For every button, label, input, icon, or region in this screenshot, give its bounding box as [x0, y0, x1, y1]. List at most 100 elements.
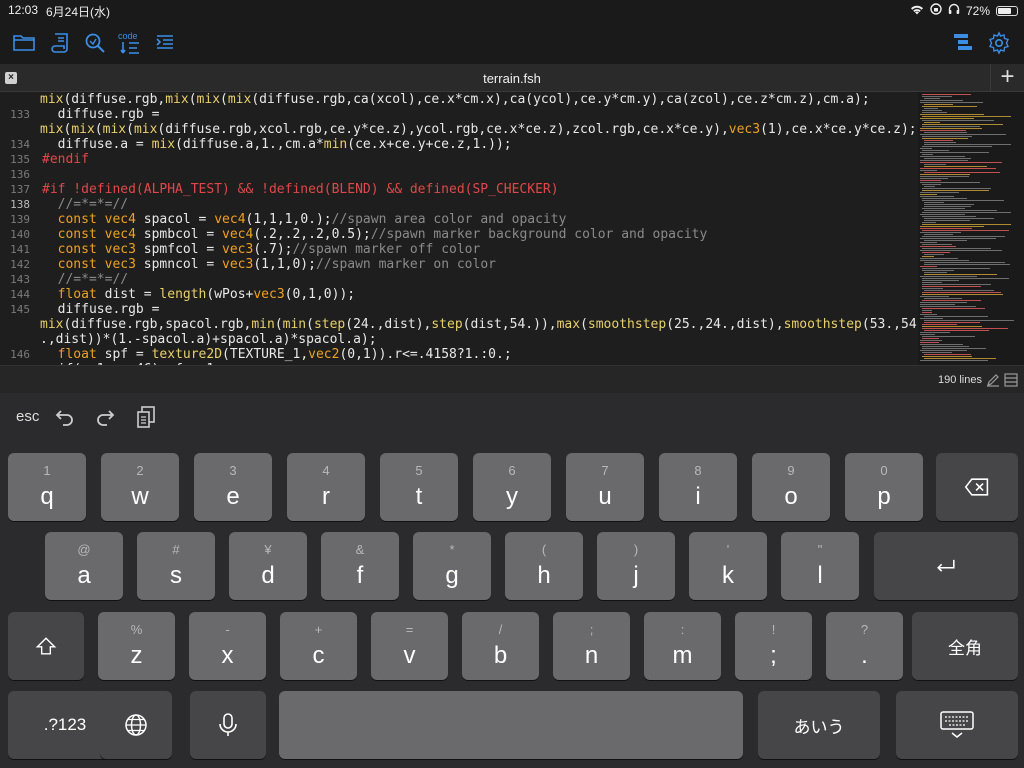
minimap-line	[920, 344, 963, 345]
minimap-line	[920, 178, 949, 179]
minimap-line	[924, 316, 988, 317]
key-o[interactable]: 9o	[752, 453, 830, 521]
tab-close-button[interactable]: ×	[5, 72, 17, 84]
space-key[interactable]	[279, 691, 743, 759]
code-format-icon[interactable]	[118, 36, 144, 62]
key-g[interactable]: * g	[413, 532, 491, 600]
minimap-line	[924, 104, 953, 105]
minimap-line	[924, 186, 935, 187]
key-u[interactable]: 7u	[566, 453, 644, 521]
key-e[interactable]: 3e	[194, 453, 272, 521]
key-q[interactable]: 1q	[8, 453, 86, 521]
key-r[interactable]: 4r	[287, 453, 365, 521]
shift-key[interactable]	[8, 612, 84, 680]
key-y[interactable]: 6y	[473, 453, 551, 521]
minimap-line	[924, 220, 970, 221]
code-line[interactable]: 138 //=*=*=//	[0, 197, 918, 212]
minimap-line	[924, 274, 998, 275]
key-p[interactable]: 0p	[845, 453, 923, 521]
key-c[interactable]: + c	[280, 612, 357, 680]
minimap-line	[922, 348, 986, 349]
search-icon[interactable]	[82, 30, 108, 56]
key-period[interactable]: ?.	[826, 612, 903, 680]
code-line[interactable]: 146 float spf = texture2D(TEXTURE_1,vec2…	[0, 347, 918, 362]
esc-button[interactable]: esc	[16, 408, 39, 425]
add-tab-button[interactable]: +	[990, 64, 1024, 92]
code-editor[interactable]: mix(diffuse.rgb,mix(mix(mix(diffuse.rgb,…	[0, 92, 918, 365]
minimap-line	[920, 194, 937, 195]
kana-key[interactable]: あいう	[758, 691, 880, 759]
line-number: 135	[10, 153, 30, 166]
key-t[interactable]: 5t	[380, 453, 458, 521]
minimap-line	[924, 164, 947, 165]
code-line[interactable]: mix(mix(mix(mix(diffuse.rgb,xcol.rgb,ce.…	[0, 122, 918, 137]
redo-icon[interactable]	[94, 407, 116, 431]
code-line[interactable]: 141 const vec3 spmfcol = vec3(.7);//spaw…	[0, 242, 918, 257]
key-z[interactable]: % z	[98, 612, 175, 680]
code-text: const vec4 spacol = vec4(1,1,1,0.);//spa…	[57, 212, 567, 227]
tab-terrain-fsh[interactable]: terrain.fsh	[0, 71, 1024, 86]
code-line[interactable]: 140 const vec4 spmbcol = vec4(.2,.2,.2,0…	[0, 227, 918, 242]
minimap-line	[922, 326, 983, 327]
folder-icon[interactable]	[11, 30, 37, 56]
key-i[interactable]: 8i	[659, 453, 737, 521]
key-j[interactable]: ) j	[597, 532, 675, 600]
list-icon[interactable]	[1004, 373, 1018, 387]
code-text: mix(diffuse.rgb,mix(mix(mix(diffuse.rgb,…	[40, 92, 870, 107]
minimap-line	[924, 240, 968, 241]
minimap-line	[920, 334, 935, 335]
minimap-line	[922, 154, 933, 155]
gear-icon[interactable]	[986, 30, 1012, 56]
code-line[interactable]: 135 #endif	[0, 152, 918, 167]
minimap-line	[924, 210, 997, 211]
code-line[interactable]: 144 float dist = length(wPos+vec3(0,1,0)…	[0, 287, 918, 302]
key-h[interactable]: (h	[505, 532, 583, 600]
key-semicolon[interactable]: !;	[735, 612, 812, 680]
pencil-icon[interactable]	[986, 373, 1000, 387]
code-line[interactable]: mix(diffuse.rgb,spacol.rgb,min(min(step(…	[0, 317, 918, 332]
key-n[interactable]: ; n	[553, 612, 630, 680]
key-b[interactable]: / b	[462, 612, 539, 680]
line-number: 139	[10, 213, 30, 226]
minimap-line	[920, 162, 1002, 163]
return-key[interactable]	[874, 532, 1018, 600]
key-x[interactable]: -x	[189, 612, 266, 680]
undo-icon[interactable]	[54, 407, 76, 431]
zenkaku-key[interactable]: 全角	[912, 612, 1018, 680]
code-line[interactable]: 134 diffuse.a = mix(diffuse.a,1.,cm.a*mi…	[0, 137, 918, 152]
code-line[interactable]: 139 const vec4 spacol = vec4(1,1,1,0.);/…	[0, 212, 918, 227]
code-line[interactable]: 133 diffuse.rgb =	[0, 107, 918, 122]
scroll-icon[interactable]	[48, 30, 74, 56]
code-line[interactable]: 142 const vec3 spmncol = vec3(1,1,0);//s…	[0, 257, 918, 272]
paste-icon[interactable]	[136, 405, 156, 433]
code-line[interactable]: 143 //=*=*=//	[0, 272, 918, 287]
key-k[interactable]: ' k	[689, 532, 767, 600]
minimap-line	[922, 244, 953, 245]
minimap-line	[924, 254, 945, 255]
backspace-key[interactable]	[936, 453, 1018, 521]
minimap[interactable]	[918, 92, 1024, 365]
key-s[interactable]: # s	[137, 532, 215, 600]
backspace-icon	[964, 478, 989, 496]
key-l[interactable]: " l	[781, 532, 859, 600]
minimap-line	[920, 342, 939, 343]
hide-keyboard-key[interactable]	[896, 691, 1018, 759]
key-w[interactable]: 2w	[101, 453, 179, 521]
outline-icon[interactable]	[950, 30, 976, 56]
key-d[interactable]: ¥ d	[229, 532, 307, 600]
minimap-line	[920, 340, 942, 341]
dictation-key[interactable]	[190, 691, 266, 759]
code-line[interactable]: mix(diffuse.rgb,mix(mix(mix(diffuse.rgb,…	[0, 92, 918, 107]
key-m[interactable]: :m	[644, 612, 721, 680]
key-a[interactable]: @ a	[45, 532, 123, 600]
code-line[interactable]: 145 diffuse.rgb =	[0, 302, 918, 317]
minimap-line	[924, 218, 995, 219]
code-line[interactable]: .,dist))*(1.-spacol.a)+spacol.a)*spacol.…	[0, 332, 918, 347]
code-line[interactable]: 137 #if !defined(ALPHA_TEST) && !defined(…	[0, 182, 918, 197]
indent-icon[interactable]	[152, 30, 178, 56]
key-f[interactable]: & f	[321, 532, 399, 600]
key-v[interactable]: = v	[371, 612, 448, 680]
code-line[interactable]: 136	[0, 167, 918, 182]
globe-key[interactable]	[100, 691, 172, 759]
key-primary-label: t	[415, 483, 423, 510]
